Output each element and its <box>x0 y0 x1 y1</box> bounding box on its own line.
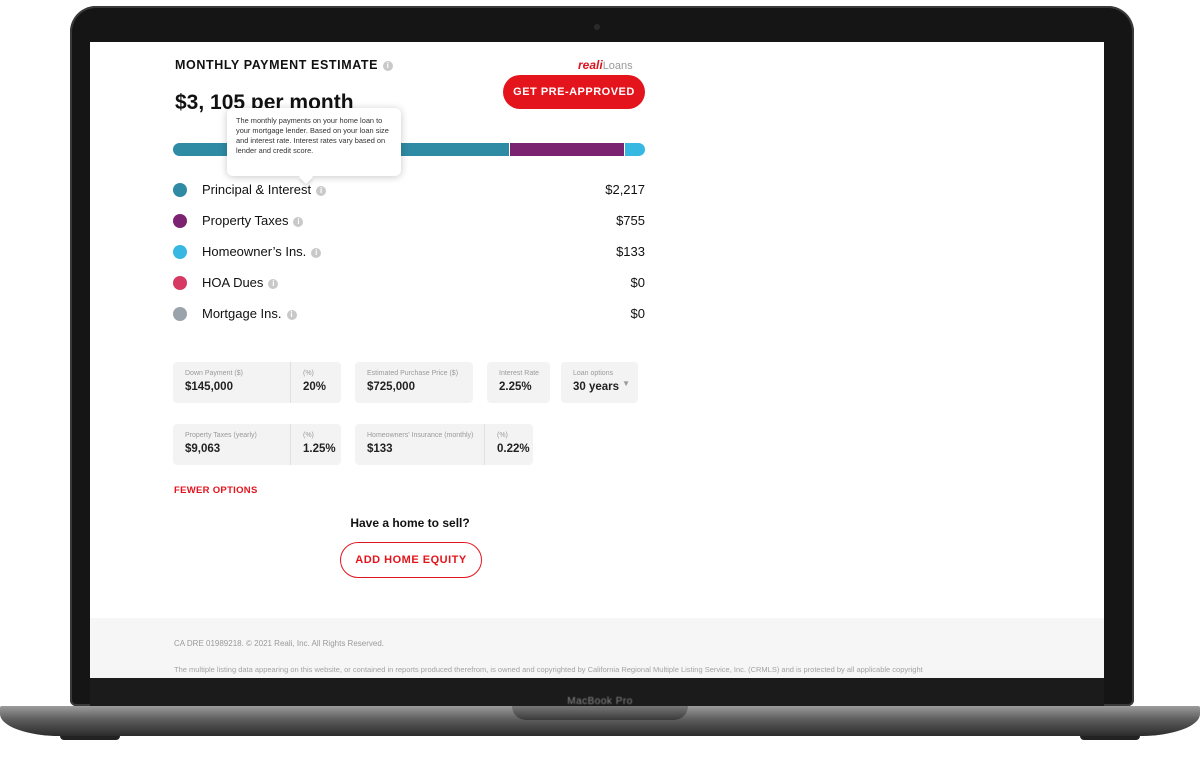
section-title: MONTHLY PAYMENT ESTIMATE i <box>175 58 394 72</box>
home-insurance-percent-field[interactable]: (%) 0.22% <box>484 424 533 465</box>
legend-dot-hoa <box>173 276 187 290</box>
sell-home-question: Have a home to sell? <box>350 516 470 530</box>
breakdown-label: Homeowner’s Ins. i <box>202 244 322 259</box>
breakdown-row-insurance: Homeowner’s Ins. i $133 <box>173 242 645 262</box>
info-icon[interactable]: i <box>316 185 327 196</box>
breakdown-value: $0 <box>630 275 645 290</box>
principal-tooltip: The monthly payments on your home loan t… <box>227 108 401 176</box>
field-value[interactable]: 30 years <box>573 381 626 393</box>
loan-options-select[interactable]: Loan options 30 years ▼ <box>561 362 638 403</box>
field-value[interactable]: $145,000 <box>185 381 278 393</box>
down-payment-field[interactable]: Down Payment ($) $145,000 <box>173 362 290 403</box>
device-label: MacBook Pro <box>567 696 633 707</box>
field-label: (%) <box>303 432 314 439</box>
get-pre-approved-button[interactable]: GET PRE-APPROVED <box>503 75 645 109</box>
camera <box>594 24 600 30</box>
bar-segment-insurance <box>623 143 645 156</box>
interest-rate-field[interactable]: Interest Rate 2.25% <box>487 362 550 403</box>
screen: MONTHLY PAYMENT ESTIMATE i realiLoans GET… <box>90 42 1104 678</box>
logo-bold: reali <box>578 58 603 72</box>
info-icon[interactable]: i <box>293 216 304 227</box>
field-value[interactable]: 0.22% <box>497 443 530 455</box>
footer-copyright: CA DRE 01989218. © 2021 Reali, Inc. All … <box>174 639 385 648</box>
field-label: Estimated Purchase Price ($) <box>367 370 459 377</box>
field-value[interactable]: 2.25% <box>499 381 538 393</box>
property-taxes-field[interactable]: Property Taxes (yearly) $9,063 <box>173 424 290 465</box>
breakdown-value: $133 <box>616 244 645 259</box>
breakdown-label: HOA Dues i <box>202 275 279 290</box>
property-taxes-percent-field[interactable]: (%) 1.25% <box>290 424 341 465</box>
logo-light: Loans <box>602 60 633 72</box>
down-payment-percent-field[interactable]: (%) 20% <box>290 362 341 403</box>
laptop-foot-right <box>1080 736 1140 740</box>
laptop-notch <box>512 706 688 720</box>
breakdown-value: $755 <box>616 213 645 228</box>
breakdown-row-hoa: HOA Dues i $0 <box>173 273 645 293</box>
legend-dot-insurance <box>173 245 187 259</box>
add-home-equity-button[interactable]: ADD HOME EQUITY <box>340 542 482 578</box>
info-icon[interactable]: i <box>311 247 322 258</box>
fewer-options-link[interactable]: FEWER OPTIONS <box>174 485 258 496</box>
breakdown-row-taxes: Property Taxes i $755 <box>173 211 645 231</box>
laptop-foot-left <box>60 736 120 740</box>
field-label: Homeowners' Insurance (monthly) <box>367 432 474 439</box>
info-icon[interactable]: i <box>383 60 394 71</box>
field-value[interactable]: 20% <box>303 381 329 393</box>
breakdown-row-mortgage-ins: Mortgage Ins. i $0 <box>173 304 645 324</box>
chevron-down-icon[interactable]: ▼ <box>622 379 630 388</box>
breakdown-label: Property Taxes i <box>202 213 304 228</box>
purchase-price-field[interactable]: Estimated Purchase Price ($) $725,000 <box>355 362 473 403</box>
legend-dot-taxes <box>173 214 187 228</box>
field-value[interactable]: $725,000 <box>367 381 461 393</box>
footer-legal: The multiple listing data appearing on t… <box>174 665 923 674</box>
breakdown-label: Principal & Interest i <box>202 182 327 197</box>
info-icon[interactable]: i <box>268 278 279 289</box>
field-label: (%) <box>303 370 314 377</box>
info-icon[interactable]: i <box>286 309 297 320</box>
legend-dot-mortgage-ins <box>173 307 187 321</box>
bar-segment-taxes <box>508 143 624 156</box>
field-value[interactable]: 1.25% <box>303 443 336 455</box>
breakdown-value: $2,217 <box>605 182 645 197</box>
field-label: (%) <box>497 432 508 439</box>
breakdown-label: Mortgage Ins. i <box>202 306 297 321</box>
breakdown-value: $0 <box>630 306 645 321</box>
field-value[interactable]: $9,063 <box>185 443 278 455</box>
reali-logo: realiLoans <box>578 58 633 72</box>
breakdown-row-principal: Principal & Interest i $2,217 <box>173 180 645 200</box>
field-label: Interest Rate <box>499 370 540 377</box>
home-insurance-field[interactable]: Homeowners' Insurance (monthly) $133 <box>355 424 484 465</box>
field-label: Down Payment ($) <box>185 370 243 377</box>
field-label: Loan options <box>573 370 614 377</box>
field-value[interactable]: $133 <box>367 443 472 455</box>
field-label: Property Taxes (yearly) <box>185 432 257 439</box>
section-title-text: MONTHLY PAYMENT ESTIMATE <box>175 58 379 72</box>
legend-dot-principal <box>173 183 187 197</box>
